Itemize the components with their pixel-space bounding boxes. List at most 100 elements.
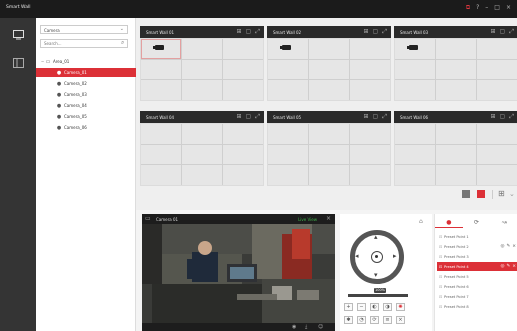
smart-wall-panel[interactable]: Smart Wall 05 ⊞ ▢ ⤢	[267, 111, 391, 186]
tree-node-camera[interactable]: ● Camera_04	[36, 101, 136, 110]
smart-wall-panel[interactable]: Smart Wall 06 ⊞ ▢ ⤢	[394, 111, 517, 186]
wall-window[interactable]	[268, 165, 308, 185]
wall-window[interactable]	[436, 124, 476, 144]
fullscreen-icon[interactable]: ⤢	[382, 28, 387, 36]
monitor-icon[interactable]: ⧉	[466, 4, 470, 12]
wall-window[interactable]	[395, 144, 435, 165]
layout-grid-icon[interactable]: ⊞	[363, 113, 368, 121]
wall-window[interactable]	[395, 80, 435, 100]
preset-item[interactable]: ⊡ Preset Point 1	[437, 232, 517, 241]
wall-window[interactable]	[268, 144, 308, 165]
wall-window[interactable]	[223, 80, 263, 100]
wall-window[interactable]	[350, 144, 390, 165]
wall-window[interactable]	[141, 80, 181, 100]
wall-window[interactable]	[309, 144, 349, 165]
wall-window[interactable]	[395, 165, 435, 185]
close-icon[interactable]: ×	[506, 4, 511, 12]
wall-window[interactable]	[223, 124, 263, 144]
call-preset-icon[interactable]: ◎	[501, 264, 505, 269]
wall-window[interactable]	[141, 144, 181, 165]
wall-window[interactable]	[436, 80, 476, 100]
tree-node-camera[interactable]: ● Camera_02	[36, 79, 136, 88]
wall-window[interactable]	[477, 80, 517, 100]
maximize-icon[interactable]: □	[494, 4, 500, 12]
wall-window[interactable]	[477, 59, 517, 80]
layout-grid-icon[interactable]: ⊞	[236, 113, 241, 121]
tree-node-camera[interactable]: ● Camera_06	[36, 123, 136, 132]
user-icon[interactable]: ☺	[318, 323, 323, 331]
snapshot-icon[interactable]: ◉	[292, 323, 296, 331]
ptz-direction-ring[interactable]: ▴ ▾ ◂ ▸	[350, 230, 404, 284]
minimize-icon[interactable]: –	[485, 4, 488, 12]
zoom-out-icon[interactable]: −	[357, 303, 366, 311]
arrow-up-icon[interactable]: ▴	[374, 234, 378, 241]
nav-smart-wall-icon[interactable]	[10, 28, 26, 42]
delete-preset-icon[interactable]: ×	[512, 244, 516, 249]
camera-video-feed[interactable]	[142, 224, 335, 323]
smart-wall-panel[interactable]: Smart Wall 02 ⊞ ▢ ⤢	[267, 26, 391, 101]
window-icon[interactable]: ▢	[373, 28, 379, 36]
wall-window[interactable]	[268, 39, 308, 59]
fullscreen-icon[interactable]: ⤢	[509, 28, 514, 36]
wall-window[interactable]	[182, 80, 222, 100]
tab-pattern-icon[interactable]: ↝	[490, 218, 517, 228]
preset-item[interactable]: ⊡ Preset Point 7	[437, 292, 517, 301]
wall-window[interactable]	[477, 165, 517, 185]
call-preset-icon[interactable]: ◎	[501, 244, 505, 249]
arrow-left-icon[interactable]: ◂	[355, 253, 359, 260]
chevron-down-icon[interactable]: ⌄	[509, 188, 515, 200]
edit-preset-icon[interactable]: ✎	[506, 264, 510, 269]
wall-window[interactable]	[182, 39, 222, 59]
wall-window[interactable]	[223, 39, 263, 59]
grid-view-icon[interactable]	[477, 190, 485, 198]
wall-window[interactable]	[182, 59, 222, 80]
wall-window[interactable]	[141, 165, 181, 185]
auto-scan-icon[interactable]: ⟳	[370, 316, 379, 324]
wall-window[interactable]	[350, 124, 390, 144]
fullscreen-icon[interactable]: ⤢	[509, 113, 514, 121]
wall-window[interactable]	[436, 165, 476, 185]
window-icon[interactable]: ▢	[373, 113, 379, 121]
edit-preset-icon[interactable]: ✎	[506, 244, 510, 249]
tree-node-camera[interactable]: ● Camera_03	[36, 90, 136, 99]
preset-item-selected[interactable]: ⊡ Preset Point 4 ◎ ✎ ×	[437, 262, 517, 271]
wall-window[interactable]	[436, 39, 476, 59]
add-wall-icon[interactable]: ⊞	[498, 188, 505, 200]
wall-window[interactable]	[309, 165, 349, 185]
wall-window[interactable]	[436, 144, 476, 165]
search-input[interactable]	[40, 39, 128, 48]
wall-window[interactable]	[309, 124, 349, 144]
lock-icon[interactable]: ⌂	[419, 218, 423, 225]
layout-grid-icon[interactable]: ⊞	[490, 113, 495, 121]
focus-far-icon[interactable]: ◑	[383, 303, 392, 311]
wall-window[interactable]	[309, 59, 349, 80]
delete-preset-icon[interactable]: ×	[512, 264, 516, 269]
ptz-center-button[interactable]	[371, 251, 383, 263]
wiper-icon[interactable]: ◔	[357, 316, 366, 324]
preset-item[interactable]: ⊡ Preset Point 6	[437, 282, 517, 291]
wall-window[interactable]	[350, 39, 390, 59]
preset-item[interactable]: ⊡ Preset Point 2 ◎ ✎ ×	[437, 242, 517, 251]
layout-grid-icon[interactable]: ⊞	[490, 28, 495, 36]
wall-window[interactable]	[141, 39, 181, 59]
tree-node-camera[interactable]: ● Camera_05	[36, 112, 136, 121]
wall-window[interactable]	[350, 59, 390, 80]
wall-window[interactable]	[182, 124, 222, 144]
wall-window[interactable]	[395, 39, 435, 59]
fullscreen-icon[interactable]: ⤢	[255, 113, 260, 121]
window-icon[interactable]: ▢	[500, 113, 506, 121]
layout-grid-icon[interactable]: ⊞	[363, 28, 368, 36]
arrow-down-icon[interactable]: ▾	[374, 272, 378, 279]
wall-window[interactable]	[141, 124, 181, 144]
menu-icon[interactable]: ≡	[383, 316, 392, 324]
wall-window[interactable]	[141, 59, 181, 80]
smart-wall-panel[interactable]: Smart Wall 01 ⊞ ▢ ⤢	[140, 26, 264, 101]
tab-preset-icon[interactable]: ●	[435, 218, 463, 228]
wall-window[interactable]	[223, 144, 263, 165]
wall-window[interactable]	[350, 80, 390, 100]
layout-grid-icon[interactable]: ⊞	[236, 28, 241, 36]
wall-window[interactable]	[350, 165, 390, 185]
preset-item[interactable]: ⊡ Preset Point 8	[437, 302, 517, 311]
tab-patrol-icon[interactable]: ⟳	[463, 218, 491, 228]
zoom-in-icon[interactable]: +	[344, 303, 353, 311]
